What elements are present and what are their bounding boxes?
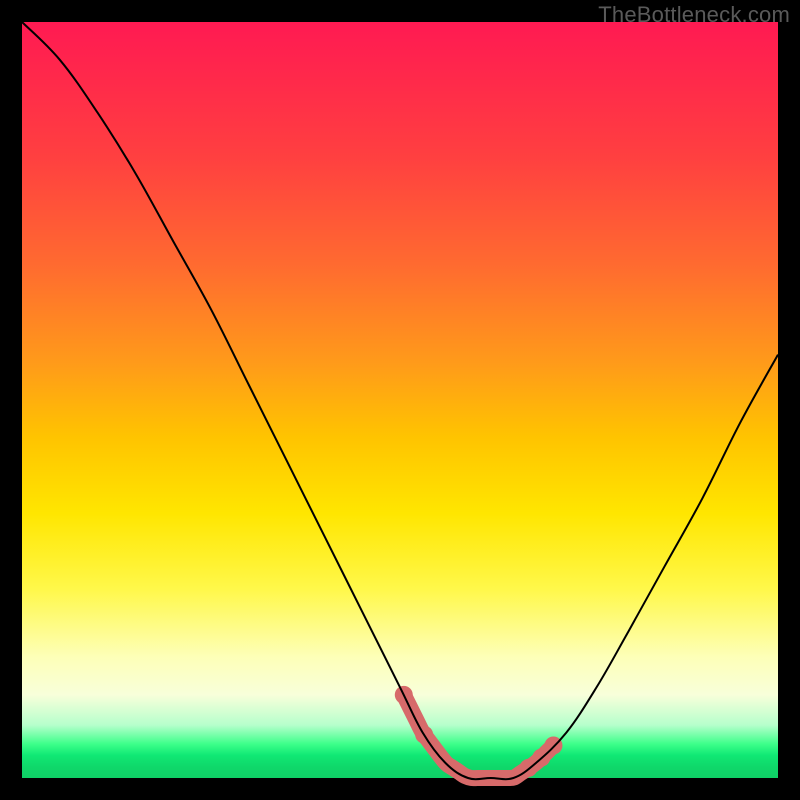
plot-area — [22, 22, 778, 778]
curve-layer — [22, 22, 778, 778]
bottleneck-curve — [22, 22, 778, 779]
highlight-dots — [395, 686, 563, 777]
chart-frame: TheBottleneck.com — [0, 0, 800, 800]
watermark-text: TheBottleneck.com — [598, 2, 790, 28]
